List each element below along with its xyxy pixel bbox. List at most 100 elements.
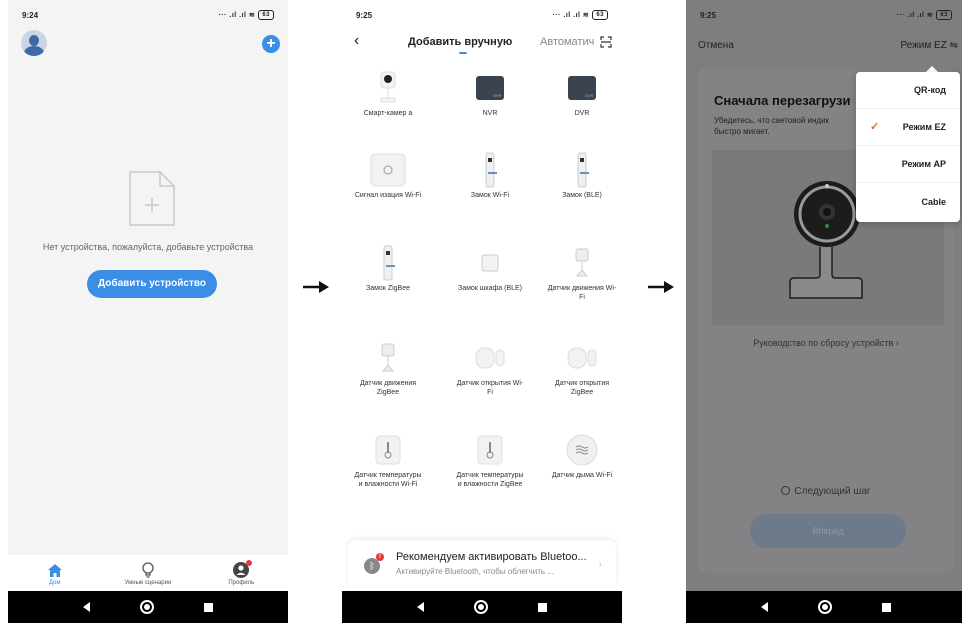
device-type-label: Замок ZigBee — [365, 285, 410, 292]
nav-home-icon[interactable] — [818, 600, 832, 614]
device-type-item[interactable]: Замок шкафа (BLE) — [455, 245, 525, 293]
instruction-text: Убедитесь, что световой индик быстро миг… — [714, 116, 830, 136]
svg-text:DVR: DVR — [585, 93, 594, 98]
nav-home-icon[interactable] — [474, 600, 488, 614]
bluetooth-subtitle: Активируйте Bluetooth, чтобы облегчить .… — [396, 567, 554, 576]
nav-recent-icon[interactable] — [882, 602, 891, 612]
device-type-item[interactable]: Датчик температуры и влажности Wi-Fi — [353, 432, 423, 489]
device-type-label: Датчик движения Wi-Fi — [547, 285, 617, 301]
menu-item-mode[interactable]: Режим AP — [856, 146, 960, 183]
device-type-item[interactable]: Датчик движения Wi-Fi — [547, 245, 617, 302]
thermometer-icon — [370, 432, 406, 468]
radio-icon[interactable] — [781, 486, 791, 495]
menu-item-mode[interactable]: Cable — [856, 183, 960, 220]
home-screen: 9:24 ··· .ıl .ıl ≋ 63 + Нет устройства, … — [8, 0, 288, 623]
arrow-right-icon — [303, 281, 329, 293]
menu-item-mode[interactable]: ✓ Режим EZ — [856, 109, 960, 146]
status-icons: ··· .ıl .ıl ≋ 63 — [552, 10, 608, 20]
device-type-item[interactable]: DVR DVR — [547, 70, 617, 118]
cabinet-lock-icon — [472, 245, 508, 281]
system-nav-bar — [8, 591, 288, 623]
device-type-item[interactable]: Смарт-камер а — [353, 70, 423, 118]
chevron-right-icon: › — [598, 559, 602, 570]
add-device-button[interactable]: Добавить устройство — [87, 270, 217, 298]
warning-badge: ! — [376, 553, 384, 561]
nav-recent-icon[interactable] — [204, 602, 213, 612]
device-type-item[interactable]: Датчик открытия Wi-Fi — [455, 340, 525, 397]
lock-icon — [370, 245, 406, 281]
device-type-item[interactable]: Замок (BLE) — [547, 152, 617, 200]
device-type-label: Смарт-камер а — [363, 110, 413, 117]
device-type-item[interactable]: Замок Wi-Fi — [455, 152, 525, 200]
device-type-item[interactable]: Датчик дыма Wi-Fi — [547, 432, 617, 480]
motion-sensor-icon — [370, 340, 406, 376]
battery-icon: 63 — [936, 10, 952, 20]
add-icon-button[interactable]: + — [262, 35, 280, 53]
menu-item-mode[interactable]: QR-код — [856, 72, 960, 109]
tab-home[interactable]: Дом — [20, 560, 90, 586]
motion-sensor-icon — [564, 245, 600, 281]
system-nav-bar — [686, 591, 962, 623]
bottom-tab-bar: Дом Умные сценарии Профиль — [8, 555, 288, 591]
system-nav-bar — [342, 591, 622, 623]
next-step-radio[interactable]: Следующий шаг — [686, 486, 962, 497]
device-type-label: Датчик движения ZigBee — [359, 380, 417, 396]
alarm-hub-icon — [370, 152, 406, 188]
status-time: 9:25 — [356, 10, 373, 20]
dvr-icon: DVR — [564, 70, 600, 106]
svg-text:NVR: NVR — [493, 93, 502, 98]
check-icon: ✓ — [870, 121, 880, 133]
tab-smart-scenes[interactable]: Умные сценарии — [113, 560, 183, 586]
status-time: 9:24 — [22, 10, 39, 20]
nav-recent-icon[interactable] — [538, 602, 547, 612]
avatar[interactable] — [21, 30, 47, 56]
nav-back-icon[interactable] — [761, 602, 768, 612]
page-title: Сначала перезагрузи — [714, 93, 851, 108]
device-type-item[interactable]: NVR NVR — [455, 70, 525, 118]
bulb-icon — [142, 562, 154, 578]
status-time: 9:25 — [700, 10, 717, 20]
device-type-item[interactable]: Датчик температуры и влажности ZigBee — [455, 432, 525, 489]
empty-document-icon — [129, 171, 175, 226]
tab-auto-scan[interactable]: Автоматич — [540, 36, 600, 48]
status-bar: 9:25 ··· .ıl .ıl ≋ 63 — [686, 0, 962, 30]
reset-guide-label: Руководство по сбросу устройств — [753, 338, 894, 348]
camera-icon — [370, 70, 406, 106]
device-type-item[interactable]: Сигнал изация Wi-Fi — [353, 152, 423, 200]
bluetooth-banner[interactable]: ᛒ ! Рекомендуем активировать Bluetoo... … — [348, 540, 616, 592]
nav-back-icon[interactable] — [83, 602, 90, 612]
status-icons: ··· .ıl .ıl ≋ 63 — [896, 10, 952, 20]
tab-profile[interactable]: Профиль — [206, 560, 276, 586]
device-type-label: Датчик дыма Wi-Fi — [551, 472, 613, 479]
reset-guide-link[interactable]: Руководство по сбросу устройств › — [686, 338, 962, 348]
scan-icon[interactable] — [600, 36, 612, 48]
battery-icon: 63 — [592, 10, 608, 20]
device-type-label: Датчик открытия Wi-Fi — [456, 380, 524, 396]
nav-home-icon[interactable] — [140, 600, 154, 614]
status-bar: 9:25 ··· .ıl .ıl ≋ 63 — [342, 0, 622, 30]
device-type-item[interactable]: Замок ZigBee — [353, 245, 423, 293]
notification-dot — [246, 560, 253, 566]
device-type-label: Замок шкафа (BLE) — [457, 285, 523, 292]
back-chevron-icon[interactable]: ‹ — [354, 32, 359, 50]
lock-icon — [564, 152, 600, 188]
device-type-item[interactable]: Датчик движения ZigBee — [353, 340, 423, 397]
mode-label: Режим EZ — [900, 40, 947, 51]
device-type-label: Датчик температуры и влажности ZigBee — [456, 472, 524, 488]
device-type-label: Замок Wi-Fi — [470, 192, 510, 199]
mode-dropdown-menu: QR-код ✓ Режим EZ Режим AP Cable — [856, 72, 960, 222]
reset-device-screen: 9:25 ··· .ıl .ıl ≋ 63 Отмена Режим EZ ⇋ … — [686, 0, 962, 623]
status-bar: 9:24 ··· .ıl .ıl ≋ 63 — [8, 0, 288, 30]
door-sensor-icon — [564, 340, 600, 376]
next-button[interactable]: Вперед — [750, 514, 906, 548]
battery-icon: 63 — [258, 10, 274, 20]
tab-add-manually[interactable]: Добавить вручную — [408, 36, 512, 48]
arrow-right-icon — [648, 281, 674, 293]
home-icon — [47, 563, 62, 577]
device-type-item[interactable]: Датчик открытия ZigBee — [547, 340, 617, 397]
nav-back-icon[interactable] — [417, 602, 424, 612]
device-type-label: Сигнал изация Wi-Fi — [354, 192, 422, 199]
tab-profile-label: Профиль — [228, 580, 255, 586]
mode-selector[interactable]: Режим EZ ⇋ — [900, 40, 958, 51]
cancel-button[interactable]: Отмена — [698, 40, 734, 51]
